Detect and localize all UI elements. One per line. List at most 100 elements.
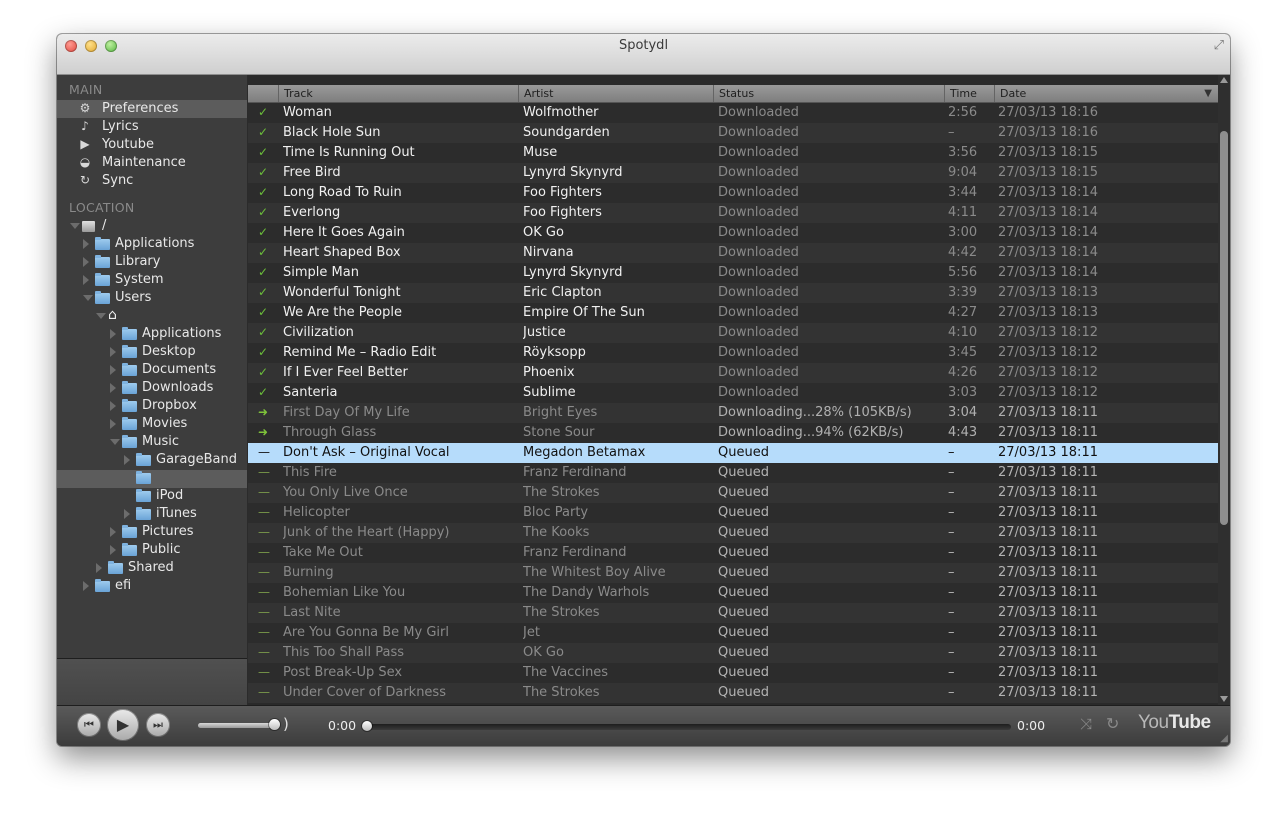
cell-status: Queued: [718, 685, 769, 700]
table-row[interactable]: ✓ Everlong Foo Fighters Downloaded 4:11 27/03…: [248, 203, 1218, 223]
cell-artist: Megadon Betamax: [523, 445, 646, 460]
sidebar-item-preferences[interactable]: ⚙ Preferences: [57, 100, 247, 118]
column-header-track[interactable]: Track: [278, 85, 518, 102]
sidebar-item-youtube[interactable]: ▶ Youtube: [57, 136, 247, 154]
folder-icon: [136, 507, 151, 520]
disclosure-collapsed-icon[interactable]: [83, 581, 89, 591]
disclosure-expanded-icon[interactable]: [96, 313, 106, 319]
table-row[interactable]: — Junk of the Heart (Happy) The Kooks Queue…: [248, 523, 1218, 543]
disclosure-expanded-icon[interactable]: [70, 223, 80, 229]
sidebar-item-maintenance[interactable]: ◒ Maintenance: [57, 154, 247, 172]
table-row[interactable]: ✓ Woman Wolfmother Downloaded 2:56 27/03/13 1…: [248, 103, 1218, 123]
table-row[interactable]: ✓ Here It Goes Again OK Go Downloaded 3:00 27…: [248, 223, 1218, 243]
scroll-down-arrow-icon[interactable]: [1220, 696, 1228, 702]
table-row[interactable]: — You Only Live Once The Strokes Queued – 27/…: [248, 483, 1218, 503]
resize-grip-icon[interactable]: ◢: [1220, 733, 1228, 744]
disclosure-collapsed-icon[interactable]: [110, 383, 116, 393]
cell-artist: Foo Fighters: [523, 205, 602, 220]
table-row[interactable]: ✓ Heart Shaped Box Nirvana Downloaded 4:42 27…: [248, 243, 1218, 263]
table-row[interactable]: ✓ Santeria Sublime Downloaded 3:03 27/03/13 1…: [248, 383, 1218, 403]
repeat-icon[interactable]: ↻: [1106, 714, 1119, 733]
table-row[interactable]: — Helicopter Bloc Party Queued – 27/03/13 18:…: [248, 503, 1218, 523]
folder-icon: [95, 579, 110, 592]
table-row[interactable]: ✓ Civilization Justice Downloaded 4:10 27/03/…: [248, 323, 1218, 343]
table-row[interactable]: — Don't Ask – Original Vocal Megadon Betam…: [248, 443, 1218, 463]
previous-track-button[interactable]: ⏮: [77, 713, 101, 737]
sort-descending-icon: ▼: [1204, 88, 1212, 99]
table-row[interactable]: ✓ Time Is Running Out Muse Downloaded 3:56 27…: [248, 143, 1218, 163]
shuffle-icon[interactable]: ⤨: [1080, 715, 1092, 733]
progress-slider[interactable]: [364, 724, 1011, 730]
table-row[interactable]: ➜ First Day Of My Life Bright Eyes Download…: [248, 403, 1218, 423]
disclosure-collapsed-icon[interactable]: [83, 275, 89, 285]
column-header-artist[interactable]: Artist: [518, 85, 713, 102]
cell-status: Queued: [718, 545, 769, 560]
disclosure-collapsed-icon[interactable]: [110, 527, 116, 537]
disclosure-expanded-icon[interactable]: [83, 295, 93, 301]
disk-icon: [82, 221, 95, 232]
queued-dash-icon: —: [258, 665, 270, 679]
table-row[interactable]: — Under Cover of Darkness The Strokes Queue…: [248, 683, 1218, 703]
column-header-icon[interactable]: [248, 85, 278, 102]
cell-track: Simple Man: [283, 265, 359, 280]
table-row[interactable]: ✓ Black Hole Sun Soundgarden Downloaded – 27/…: [248, 123, 1218, 143]
table-row[interactable]: ✓ Wonderful Tonight Eric Clapton Downloaded…: [248, 283, 1218, 303]
disclosure-collapsed-icon[interactable]: [110, 365, 116, 375]
table-row[interactable]: — This Fire Franz Ferdinand Queued – 27/03/13…: [248, 463, 1218, 483]
disclosure-collapsed-icon[interactable]: [110, 545, 116, 555]
cell-track: This Fire: [283, 465, 337, 480]
cell-status: Queued: [718, 565, 769, 580]
tree-item-label: iPod: [156, 488, 184, 503]
table-row[interactable]: — Last Nite The Strokes Queued – 27/03/13 18:…: [248, 603, 1218, 623]
cell-artist: Bloc Party: [523, 505, 589, 520]
table-row[interactable]: — Burning The Whitest Boy Alive Queued – 27/0…: [248, 563, 1218, 583]
table-row[interactable]: — Post Break-Up Sex The Vaccines Queued – 27/…: [248, 663, 1218, 683]
table-row[interactable]: ✓ Simple Man Lynyrd Skynyrd Downloaded 5:56 2…: [248, 263, 1218, 283]
disclosure-collapsed-icon[interactable]: [83, 239, 89, 249]
column-header-status[interactable]: Status: [713, 85, 944, 102]
disclosure-collapsed-icon[interactable]: [110, 329, 116, 339]
table-row[interactable]: ✓ If I Ever Feel Better Phoenix Downloaded 4…: [248, 363, 1218, 383]
cell-time: 3:03: [948, 385, 978, 400]
cell-artist: Wolfmother: [523, 105, 599, 120]
scroll-up-arrow-icon[interactable]: [1220, 77, 1228, 83]
disclosure-collapsed-icon[interactable]: [124, 455, 130, 465]
table-row[interactable]: — Bohemian Like You The Dandy Warhols Queue…: [248, 583, 1218, 603]
disclosure-collapsed-icon[interactable]: [83, 257, 89, 267]
disclosure-expanded-icon[interactable]: [110, 439, 120, 445]
fullscreen-icon[interactable]: ⤢: [1214, 38, 1224, 53]
column-header-time[interactable]: Time: [944, 85, 994, 102]
sidebar-item-sync[interactable]: ↻ Sync: [57, 172, 247, 190]
table-row[interactable]: — Are You Gonna Be My Girl Jet Queued – 27/03…: [248, 623, 1218, 643]
table-row[interactable]: — Take Me Out Franz Ferdinand Queued – 27/03/…: [248, 543, 1218, 563]
queued-dash-icon: —: [258, 525, 270, 539]
disclosure-collapsed-icon[interactable]: [124, 509, 130, 519]
queued-dash-icon: —: [258, 545, 270, 559]
disclosure-collapsed-icon[interactable]: [110, 419, 116, 429]
table-row[interactable]: ✓ Remind Me – Radio Edit Röyksopp Downloade…: [248, 343, 1218, 363]
cell-time: 9:04: [948, 165, 978, 180]
home-icon: ⌂: [108, 307, 117, 323]
disclosure-collapsed-icon[interactable]: [110, 401, 116, 411]
table-row[interactable]: ✓ Long Road To Ruin Foo Fighters Downloaded…: [248, 183, 1218, 203]
progress-slider-knob[interactable]: [362, 721, 372, 731]
column-header-date[interactable]: Date ▼: [994, 85, 1218, 102]
volume-slider-knob[interactable]: [269, 719, 281, 730]
disclosure-collapsed-icon[interactable]: [110, 347, 116, 357]
disclosure-collapsed-icon[interactable]: [96, 563, 102, 573]
table-row[interactable]: — This Too Shall Pass OK Go Queued – 27/03/13…: [248, 643, 1218, 663]
cell-status: Queued: [718, 445, 769, 460]
table-row[interactable]: ✓ We Are the People Empire Of The Sun Downl…: [248, 303, 1218, 323]
play-button[interactable]: ▶: [107, 709, 139, 741]
table-row[interactable]: ✓ Free Bird Lynyrd Skynyrd Downloaded 9:04 27…: [248, 163, 1218, 183]
sidebar-item-label: Maintenance: [102, 155, 186, 170]
sidebar-item-lyrics[interactable]: ♪ Lyrics: [57, 118, 247, 136]
youtube-logo[interactable]: YouTube: [1138, 712, 1211, 734]
cell-status: Downloading...94% (62KB/s): [718, 425, 904, 440]
scrollbar-thumb[interactable]: [1220, 131, 1228, 525]
vertical-scrollbar[interactable]: [1218, 75, 1230, 705]
volume-slider[interactable]: [198, 723, 277, 728]
folder-icon: [95, 237, 110, 250]
next-track-button[interactable]: ⏭: [146, 713, 170, 737]
table-row[interactable]: ➜ Through Glass Stone Sour Downloading...94…: [248, 423, 1218, 443]
